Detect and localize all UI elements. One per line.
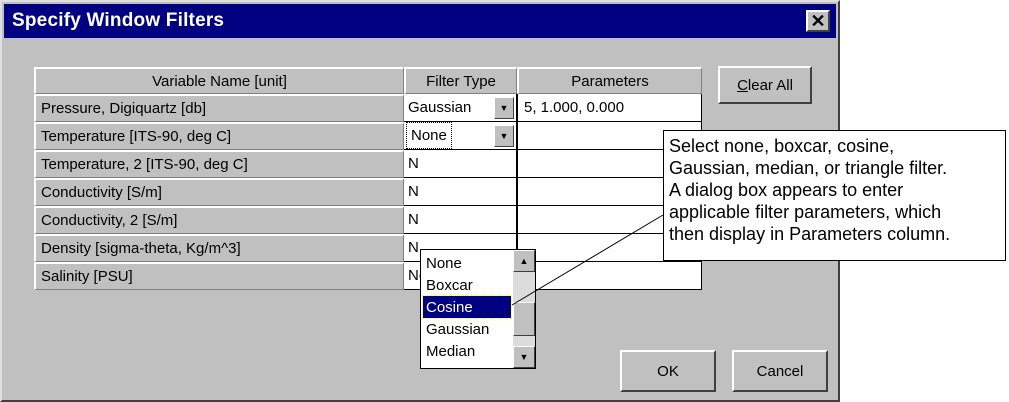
callout-line: then display in Parameters column.: [669, 224, 951, 244]
callout-line: applicable filter parameters, which: [669, 202, 942, 222]
callout-line: A dialog box appears to enter: [669, 180, 904, 200]
callout-line: Select none, boxcar, cosine,: [669, 136, 895, 156]
callout-annotation: Select none, boxcar, cosine, Gaussian, m…: [663, 130, 1006, 261]
callout-line: Gaussian, median, or triangle filter.: [669, 158, 948, 178]
